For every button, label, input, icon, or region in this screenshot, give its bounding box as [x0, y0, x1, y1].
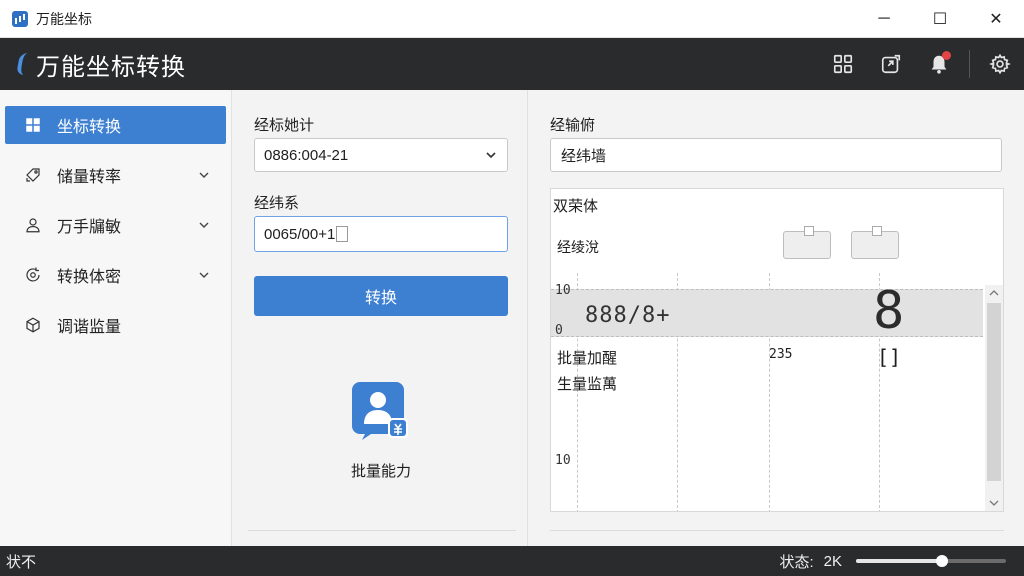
panel-subtitle: 经绫涗: [557, 239, 599, 255]
window-title: 万能坐标: [36, 10, 92, 27]
app-header: 万能坐标转换: [0, 38, 1024, 90]
tick-label: 10: [555, 283, 571, 298]
user-icon: [23, 215, 43, 235]
chevron-down-icon: [199, 172, 209, 178]
sidebar-item-monitor[interactable]: 调谐监量: [5, 306, 226, 344]
batch-label: 批量能力: [350, 463, 411, 480]
source-coordinate-select[interactable]: 0886:004-21: [254, 138, 508, 172]
tick-label: 0: [555, 323, 563, 338]
header-divider: [969, 50, 970, 78]
select-value: 0886:004-21: [264, 146, 349, 164]
sidebar-item-label: 坐标转换: [57, 119, 122, 136]
tick-label: 10: [555, 453, 571, 468]
status-label: 状态:: [779, 553, 814, 571]
tag-icon: [23, 165, 43, 185]
result-panel: 双荣体 经绫涗 10 0 888/8+ 8 批量加醒 235 [] 生量监萬 1…: [550, 188, 1004, 512]
coordinate-system-label: 经纬系: [254, 195, 300, 212]
window-controls: ─ ☐ ✕: [856, 0, 1024, 38]
panel-option-button-2[interactable]: [851, 226, 899, 259]
app-icon: [12, 10, 28, 27]
input-form: 经标她计 0886:004-21 经纬系 0065/00+1 转换 批量能力: [232, 90, 528, 546]
row-label: 生量监萬: [557, 376, 618, 393]
export-icon: [881, 54, 901, 74]
status-value: 2K: [823, 552, 842, 570]
big-segment-digit: 8: [873, 281, 905, 341]
header-toolbar: [819, 38, 1024, 90]
export-button[interactable]: [867, 38, 915, 90]
grid-icon: [833, 54, 853, 74]
output-field-value: 经纬墙: [561, 147, 607, 165]
notification-badge: [942, 51, 951, 60]
refresh-gear-icon: [23, 265, 43, 285]
text-cursor: [336, 226, 349, 242]
chevron-down-icon: [199, 272, 209, 278]
zoom-slider[interactable]: [856, 555, 1006, 567]
close-button[interactable]: ✕: [968, 0, 1024, 38]
logo-icon: [16, 53, 30, 75]
output-area: 经输俯 经纬墙 双荣体 经绫涗 10 0 888/8+ 8 批量加醒 235 […: [528, 90, 1024, 546]
status-left-text: 状不: [6, 553, 37, 571]
slider-fill: [856, 559, 942, 563]
scrollbar[interactable]: [985, 285, 1003, 511]
coordinate-input[interactable]: 0065/00+1: [254, 216, 508, 252]
gear-icon: [989, 53, 1011, 75]
grid-icon: [23, 115, 43, 135]
row-value: 235: [769, 347, 793, 362]
status-bar: 状不 状态: 2K: [0, 546, 1024, 576]
row-bracket: []: [877, 345, 902, 369]
panel-title: 双荣体: [553, 198, 599, 215]
maximize-button[interactable]: ☐: [912, 0, 968, 38]
chevron-down-icon: [486, 152, 496, 159]
settings-button[interactable]: [976, 38, 1024, 90]
chevron-down-icon[interactable]: [989, 498, 999, 508]
divider: [550, 530, 1004, 531]
row-label: 批量加醒: [557, 350, 618, 367]
title-bar: 万能坐标 ─ ☐ ✕: [0, 0, 1024, 38]
chevron-up-icon[interactable]: [989, 288, 999, 298]
sidebar-item-coordinate-convert[interactable]: 坐标转换: [5, 106, 226, 144]
slider-knob[interactable]: [935, 555, 948, 567]
cube-icon: [23, 315, 43, 335]
source-coordinate-label: 经标她计: [254, 117, 315, 134]
sidebar-item-user[interactable]: 万手牖敏: [5, 206, 226, 244]
sidebar-item-label: 转换体密: [57, 269, 122, 286]
convert-button[interactable]: 转换: [254, 276, 508, 316]
segment-display: 888/8+: [585, 303, 671, 328]
chevron-down-icon: [199, 222, 209, 228]
minimize-button[interactable]: ─: [856, 0, 912, 38]
batch-user-icon[interactable]: [352, 382, 410, 440]
input-value: 0065/00+1: [264, 225, 336, 243]
app-title: 万能坐标转换: [36, 53, 186, 81]
grid-view-button[interactable]: [819, 38, 867, 90]
sidebar-item-reserve-rate[interactable]: 储量转率: [5, 156, 226, 194]
sidebar-item-label: 万手牖敏: [57, 219, 122, 236]
sidebar-item-label: 储量转率: [57, 169, 122, 186]
sidebar-item-convert-system[interactable]: 转换体密: [5, 256, 226, 294]
output-field[interactable]: 经纬墙: [550, 138, 1002, 172]
scroll-thumb[interactable]: [987, 303, 1001, 481]
output-label: 经输俯: [550, 117, 596, 134]
sidebar: 坐标转换 储量转率 万手牖敏 转换体密 调谐监量: [0, 90, 232, 546]
divider: [248, 530, 516, 531]
status-right: 状态: 2K: [779, 551, 1006, 572]
sidebar-item-label: 调谐监量: [57, 319, 122, 336]
panel-option-button-1[interactable]: [783, 226, 831, 259]
notifications-button[interactable]: [915, 38, 963, 90]
